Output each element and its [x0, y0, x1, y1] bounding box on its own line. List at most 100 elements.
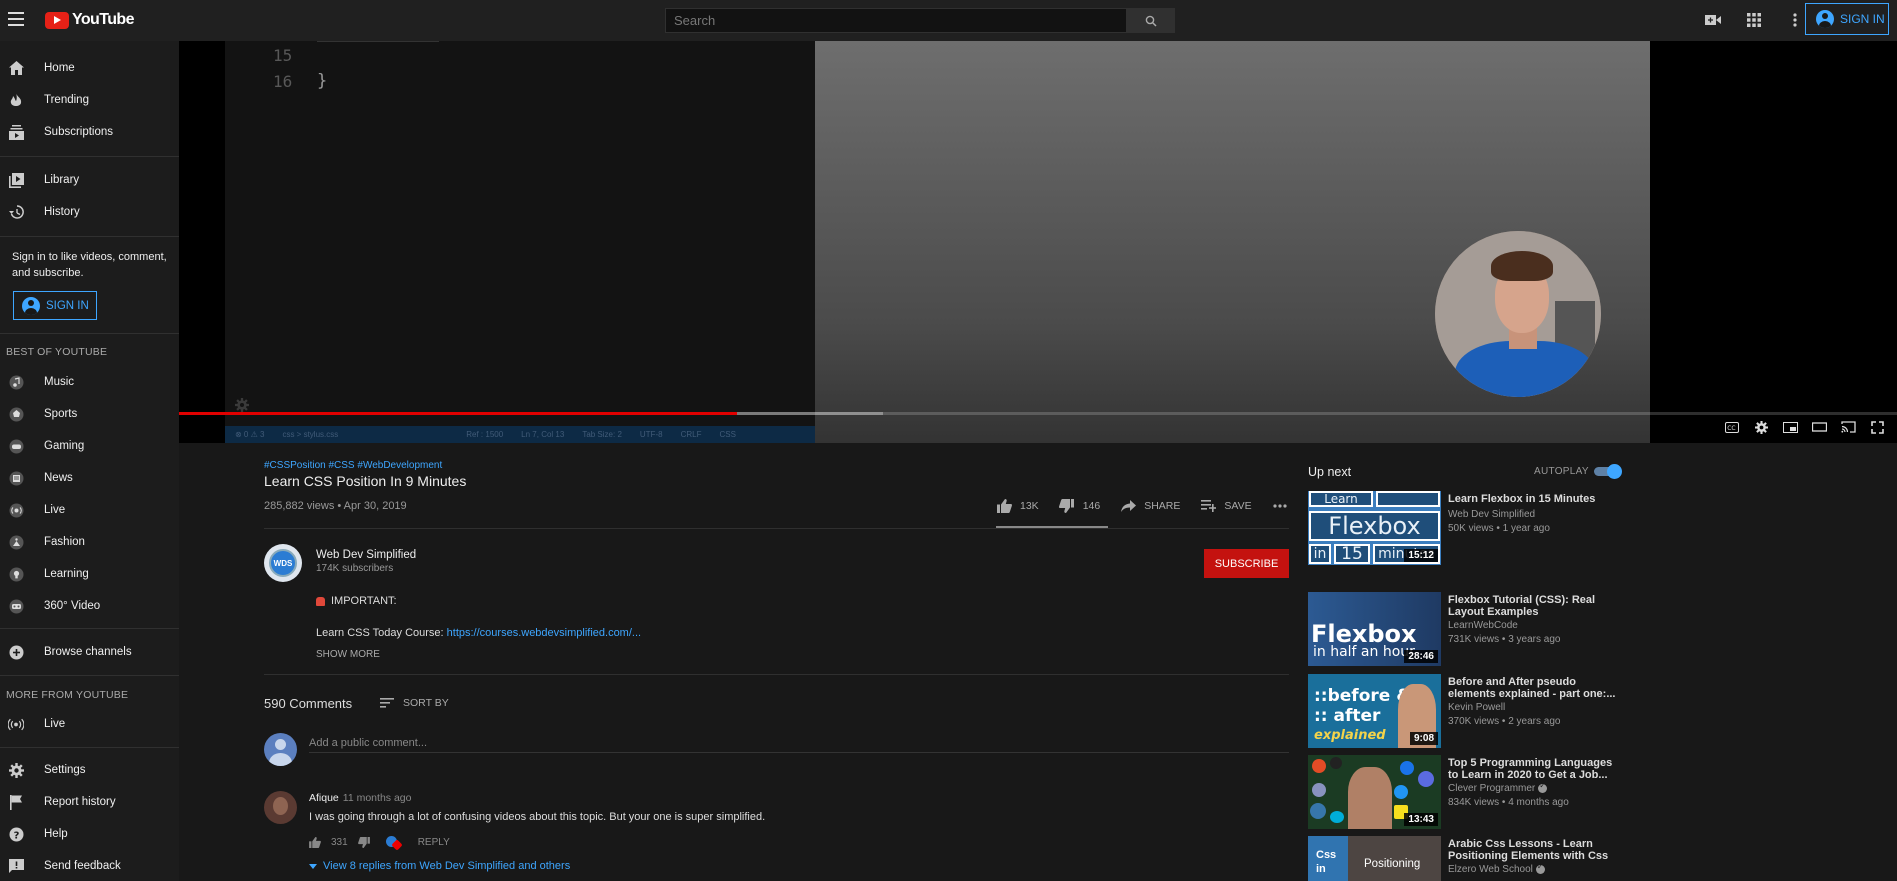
top-actions: [1703, 10, 1805, 30]
save-button[interactable]: SAVE: [1200, 498, 1252, 514]
settings-icon[interactable]: [1753, 420, 1769, 434]
sidebar-item-label: Subscriptions: [44, 126, 114, 138]
recommended-video[interactable]: Learn Flexbox in 15 minutes 15:12 Learn …: [1308, 491, 1648, 565]
fullscreen-icon[interactable]: [1869, 420, 1885, 434]
sidebar-item-settings[interactable]: Settings: [0, 755, 179, 785]
more-actions-button[interactable]: [1272, 498, 1288, 514]
news-icon: [8, 470, 24, 486]
theater-icon[interactable]: [1811, 420, 1827, 434]
captions-icon[interactable]: CC: [1724, 420, 1740, 434]
video-title: Flexbox Tutorial (CSS): Real Layout Exam…: [1448, 594, 1596, 618]
view-replies-button[interactable]: View 8 replies from Web Dev Simplified a…: [309, 860, 570, 872]
flag-icon: [8, 794, 24, 810]
sidebar-divider: [0, 675, 179, 676]
video-thumbnail[interactable]: Css in Positioning: [1308, 836, 1441, 881]
save-label: SAVE: [1224, 500, 1252, 512]
video-meta: 731K views • 3 years ago: [1448, 634, 1561, 645]
sidebar-item-home[interactable]: Home: [0, 53, 179, 83]
gaming-icon: [8, 438, 24, 454]
sidebar-sign-in-button[interactable]: SIGN IN: [13, 291, 97, 320]
like-button[interactable]: 13K: [996, 498, 1039, 514]
sidebar-divider: [0, 628, 179, 629]
video-camera-icon[interactable]: [1703, 10, 1723, 30]
video-thumbnail[interactable]: Learn Flexbox in 15 minutes 15:12: [1308, 491, 1441, 565]
sidebar-item-live-broadcast[interactable]: Live: [0, 709, 179, 739]
sidebar-item-label: Send feedback: [44, 860, 121, 872]
thumb-text: in half an hour: [1313, 644, 1415, 660]
channel-avatar[interactable]: WDS: [264, 544, 302, 582]
comment-time[interactable]: 11 months ago: [343, 792, 412, 804]
channel-name[interactable]: Web Dev Simplified: [316, 549, 416, 561]
share-button[interactable]: SHARE: [1120, 498, 1180, 514]
sidebar-item-subscriptions[interactable]: Subscriptions: [0, 117, 179, 147]
recommended-video[interactable]: Flexbox in half an hour 28:46 Flexbox Tu…: [1308, 592, 1648, 666]
sign-in-button[interactable]: SIGN IN: [1805, 3, 1889, 35]
show-more-button[interactable]: SHOW MORE: [316, 649, 380, 660]
video-duration: 13:43: [1404, 813, 1438, 826]
sidebar-item-label: Browse channels: [44, 646, 132, 658]
account-icon: [22, 296, 40, 315]
sign-in-prompt: Sign in to like videos, comment, and sub…: [12, 251, 167, 279]
verified-icon: [1535, 862, 1545, 874]
progress-bar[interactable]: [179, 412, 1897, 415]
video-thumbnail[interactable]: ::before & :: after explained 9:08: [1308, 674, 1441, 748]
autoplay-toggle[interactable]: [1594, 464, 1622, 479]
search-input[interactable]: [665, 8, 1127, 33]
sidebar-item-history[interactable]: History: [0, 197, 179, 227]
video-title: Top 5 Programming Languages to Learn in …: [1448, 757, 1613, 781]
miniplayer-icon[interactable]: [1782, 420, 1798, 434]
video-player[interactable]: 15 16 } ⊗ 0 ⚠ 3 css > stylus.css Ref : 1…: [179, 41, 1897, 443]
thumbs-up-icon[interactable]: [309, 836, 321, 848]
course-link[interactable]: https://courses.webdevsimplified.com/...: [447, 627, 641, 639]
sidebar-item-sports[interactable]: Sports: [0, 399, 179, 429]
more-vert-icon[interactable]: [1785, 10, 1805, 30]
sidebar-item-label: Home: [44, 62, 75, 74]
comment-text: I was going through a lot of confusing v…: [309, 811, 766, 823]
learning-icon: [8, 566, 24, 582]
recommended-video[interactable]: ::before & :: after explained 9:08 Befor…: [1308, 674, 1648, 748]
dislike-button[interactable]: 146: [1059, 498, 1100, 514]
share-label: SHARE: [1144, 500, 1181, 512]
menu-icon[interactable]: [8, 12, 24, 28]
sidebar-item-fashion[interactable]: Fashion: [0, 527, 179, 557]
apps-grid-icon[interactable]: [1744, 10, 1764, 30]
sidebar-item-live[interactable]: Live: [0, 495, 179, 525]
cast-icon[interactable]: [1840, 420, 1856, 434]
sidebar-item-360-video[interactable]: 360° Video: [0, 591, 179, 621]
video-hashtags[interactable]: #CSSPosition #CSS #WebDevelopment: [264, 460, 442, 471]
sidebar-item-news[interactable]: News: [0, 463, 179, 493]
add-comment-input[interactable]: [309, 733, 1289, 753]
sort-by-button[interactable]: SORT BY: [380, 697, 449, 709]
youtube-logo[interactable]: YouTube: [45, 11, 134, 29]
playlist-add-icon: [1200, 498, 1216, 514]
status-item: Tab Size: 2: [582, 430, 622, 439]
subscribe-button[interactable]: SUBSCRIBE: [1204, 549, 1289, 578]
thumbs-down-icon: [1059, 498, 1075, 514]
sidebar-item-report-history[interactable]: Report history: [0, 787, 179, 817]
reply-button[interactable]: REPLY: [418, 837, 450, 848]
sidebar-item-library[interactable]: Library: [0, 165, 179, 195]
sidebar-item-help[interactable]: ? Help: [0, 819, 179, 849]
video-thumbnail[interactable]: Flexbox in half an hour 28:46: [1308, 592, 1441, 666]
commenter-avatar[interactable]: [264, 791, 297, 824]
sidebar-item-gaming[interactable]: Gaming: [0, 431, 179, 461]
share-icon: [1120, 498, 1136, 514]
sidebar-item-trending[interactable]: Trending: [0, 85, 179, 115]
sidebar-divider: [0, 156, 179, 157]
video-channel: Kevin Powell: [1448, 702, 1505, 713]
sidebar-item-send-feedback[interactable]: Send feedback: [0, 851, 179, 881]
sports-icon: [8, 406, 24, 422]
recommended-video[interactable]: 13:43 Top 5 Programming Languages to Lea…: [1308, 755, 1648, 829]
comment-author[interactable]: Afique: [309, 792, 339, 804]
recommended-video[interactable]: Css in Positioning Arabic Css Lessons - …: [1308, 836, 1648, 881]
thumbs-down-icon[interactable]: [357, 836, 370, 848]
browse-channels[interactable]: Browse channels: [0, 637, 179, 667]
video-thumbnail[interactable]: 13:43: [1308, 755, 1441, 829]
comments-count: 590 Comments: [264, 696, 353, 711]
search-button[interactable]: [1127, 8, 1175, 33]
sidebar-item-label: Trending: [44, 94, 89, 106]
presenter-webcam: [1435, 231, 1601, 397]
view-replies-label: View 8 replies from Web Dev Simplified a…: [323, 860, 571, 872]
sidebar-item-music[interactable]: Music: [0, 367, 179, 397]
sidebar-item-learning[interactable]: Learning: [0, 559, 179, 589]
